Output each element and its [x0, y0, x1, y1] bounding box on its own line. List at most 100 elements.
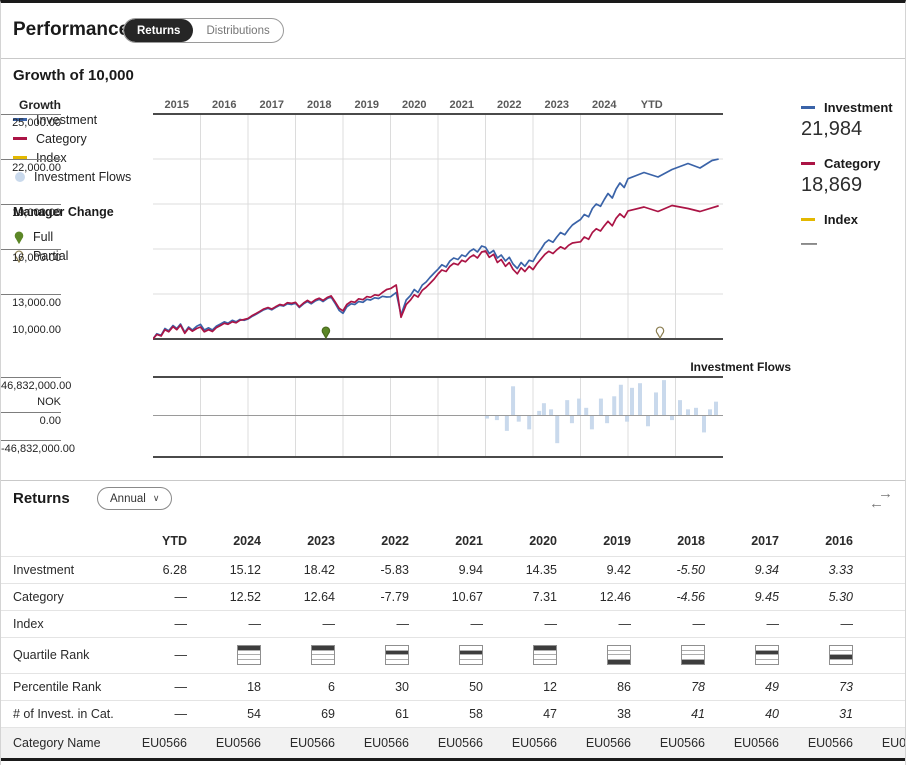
table-cell: EU0566 [123, 727, 197, 758]
table-cell: 40 [715, 700, 789, 727]
growth-axis-label: Growth [1, 96, 61, 112]
table-cell: 5.30 [789, 583, 863, 610]
returns-distributions-tabs: ReturnsDistributions [123, 18, 284, 43]
table-cell-clipped [863, 700, 906, 727]
tab-distributions[interactable]: Distributions [193, 19, 282, 42]
summary-value-category: 18,869 [801, 174, 901, 197]
table-row--of-invest-in-cat-: # of Invest. in Cat.—546961584738414031 [1, 700, 906, 727]
table-cell: — [493, 610, 567, 637]
column-header-ytd: YTD [123, 527, 197, 556]
page-title: Performance [13, 19, 129, 41]
quartile-2-icon [459, 645, 483, 665]
table-cell: 9.45 [715, 583, 789, 610]
returns-table-header-row: YTD202420232022202120202019201820172016 [1, 527, 906, 556]
growth-tick-label: 25,000.00 [1, 114, 61, 129]
table-cell: EU0566 [419, 727, 493, 758]
table-cell: 6.28 [123, 556, 197, 583]
quartile-3-icon [829, 645, 853, 665]
table-row-category: Category—12.5212.64-7.7910.677.3112.46-4… [1, 583, 906, 610]
tab-returns[interactable]: Returns [124, 19, 193, 42]
table-cell-clipped [863, 556, 906, 583]
investment-flows-chart [153, 376, 731, 458]
period-selector-dropdown[interactable]: Annual ∨ [97, 487, 172, 510]
table-cell: 49 [715, 673, 789, 700]
svg-text:2020: 2020 [402, 99, 426, 111]
svg-text:2023: 2023 [545, 99, 569, 111]
svg-text:YTD: YTD [641, 99, 663, 111]
table-cell: 47 [493, 700, 567, 727]
table-cell: 7.31 [493, 583, 567, 610]
table-cell: — [345, 610, 419, 637]
table-cell: 6 [271, 673, 345, 700]
full-pin-icon [13, 230, 25, 244]
growth-summary-panel: Investment21,984Category18,869Index— [801, 100, 901, 268]
svg-text:2024: 2024 [592, 99, 617, 111]
table-cell: 58 [419, 700, 493, 727]
column-header-2018: 2018 [641, 527, 715, 556]
page-bottom-rule [1, 758, 906, 761]
table-cell: 41 [641, 700, 715, 727]
column-header-2024: 2024 [197, 527, 271, 556]
table-cell: — [715, 610, 789, 637]
growth-tick-label: 16,000.00 [1, 249, 61, 264]
flows-tick-label: -46,832,000.00 [1, 440, 61, 455]
table-cell: 78 [641, 673, 715, 700]
table-cell: — [123, 673, 197, 700]
table-cell: 86 [567, 673, 641, 700]
row-label: Quartile Rank [1, 637, 123, 673]
table-cell: EU0566 [271, 727, 345, 758]
svg-text:2021: 2021 [450, 99, 474, 111]
column-header-2023: 2023 [271, 527, 345, 556]
flows-tick-label: NOK [1, 394, 61, 408]
row-label: Investment [1, 556, 123, 583]
table-row-investment: Investment6.2815.1218.42-5.839.9414.359.… [1, 556, 906, 583]
quartile-rank-icon [493, 637, 567, 673]
quartile-1-icon [311, 645, 335, 665]
quartile-1-icon [533, 645, 557, 665]
table-cell: 73 [789, 673, 863, 700]
table-row-quartile-rank: Quartile Rank— [1, 637, 906, 673]
table-cell: 10.67 [419, 583, 493, 610]
growth-tick-label: 13,000.00 [1, 294, 61, 309]
table-cell: 30 [345, 673, 419, 700]
table-cell-clipped [863, 673, 906, 700]
row-label: Category Name [1, 727, 123, 758]
table-row-percentile-rank: Percentile Rank—18630501286784973 [1, 673, 906, 700]
column-header-2016: 2016 [789, 527, 863, 556]
swap-columns-icon[interactable]: → ← [869, 489, 893, 509]
table-cell: 3.33 [789, 556, 863, 583]
table-cell: — [197, 610, 271, 637]
svg-text:2015: 2015 [165, 99, 189, 111]
table-cell: — [123, 610, 197, 637]
growth-tick-label: 22,000.00 [1, 159, 61, 174]
line-swatch-icon [801, 218, 815, 221]
table-cell: 69 [271, 700, 345, 727]
summary-value-index: — [801, 235, 901, 253]
table-cell: 18 [197, 673, 271, 700]
quartile-rank-icon [419, 637, 493, 673]
table-row-category-name: Category NameEU0566EU0566EU0566EU0566EU0… [1, 727, 906, 758]
legend-item-category: Category [13, 129, 153, 148]
svg-text:2022: 2022 [497, 99, 521, 111]
table-cell: EU0566 [789, 727, 863, 758]
returns-table-corner [1, 527, 123, 556]
legend-label: Category [36, 132, 87, 146]
table-cell: -5.50 [641, 556, 715, 583]
table-cell: — [123, 583, 197, 610]
column-header-2019: 2019 [567, 527, 641, 556]
growth-tick-label: 10,000.00 [1, 322, 61, 336]
summary-label-investment: Investment [801, 100, 901, 115]
table-row-index: Index—————————— [1, 610, 906, 637]
manager-change-label: Full [33, 230, 53, 244]
quartile-rank-icon [715, 637, 789, 673]
quartile-rank-icon [789, 637, 863, 673]
table-cell: 50 [419, 673, 493, 700]
table-cell: EU0566 [493, 727, 567, 758]
table-cell: 12 [493, 673, 567, 700]
table-cell: EU0566 [197, 727, 271, 758]
table-cell: 12.64 [271, 583, 345, 610]
quartile-rank-icon [641, 637, 715, 673]
table-cell: — [789, 610, 863, 637]
growth-section-title: Growth of 10,000 [13, 67, 134, 84]
quartile-rank-icon [345, 637, 419, 673]
